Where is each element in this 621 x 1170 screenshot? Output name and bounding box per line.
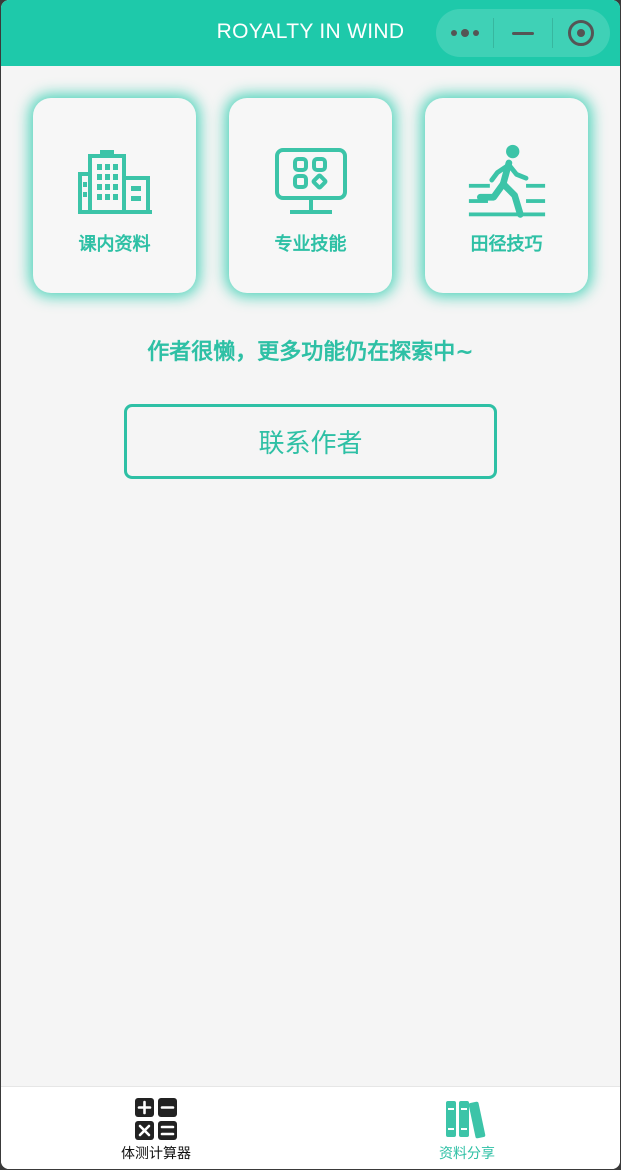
- more-button[interactable]: [436, 9, 493, 57]
- tab-material-sharing[interactable]: 资料分享: [367, 1087, 567, 1169]
- minimize-icon: [512, 31, 534, 35]
- building-icon: [75, 146, 155, 218]
- more-dots-icon: [450, 29, 479, 37]
- title-bar: ROYALTY IN WIND: [1, 0, 620, 66]
- minimize-button[interactable]: [494, 9, 551, 57]
- card-label: 课内资料: [78, 234, 151, 255]
- contact-author-button[interactable]: 联系作者: [124, 404, 497, 479]
- tab-bar: 体测计算器 资料分享: [1, 1086, 620, 1169]
- tab-label: 资料分享: [439, 1146, 495, 1162]
- tab-label: 体测计算器: [121, 1146, 191, 1162]
- books-icon: [445, 1097, 489, 1141]
- monitor-apps-icon: [271, 146, 351, 218]
- card-athletics-tips[interactable]: 田径技巧: [425, 98, 588, 293]
- notice-text: 作者很懒，更多功能仍在探索中~: [147, 340, 474, 365]
- card-label: 田径技巧: [470, 234, 543, 255]
- target-close-icon: [568, 20, 595, 46]
- card-professional-skills[interactable]: 专业技能: [229, 98, 392, 293]
- feature-cards: 课内资料 专业技能 田径技巧: [33, 98, 589, 294]
- calculator-icon: [134, 1097, 178, 1141]
- close-button[interactable]: [553, 9, 610, 57]
- running-person-icon: [467, 144, 547, 218]
- window-capsule: [436, 9, 610, 57]
- app-window: ROYALTY IN WIND 课内资料 专业技能 田径技巧 作者很懒，更多功能…: [1, 0, 620, 1169]
- card-label: 专业技能: [274, 234, 347, 255]
- tab-fitness-calculator[interactable]: 体测计算器: [56, 1087, 256, 1169]
- card-course-materials[interactable]: 课内资料: [33, 98, 196, 293]
